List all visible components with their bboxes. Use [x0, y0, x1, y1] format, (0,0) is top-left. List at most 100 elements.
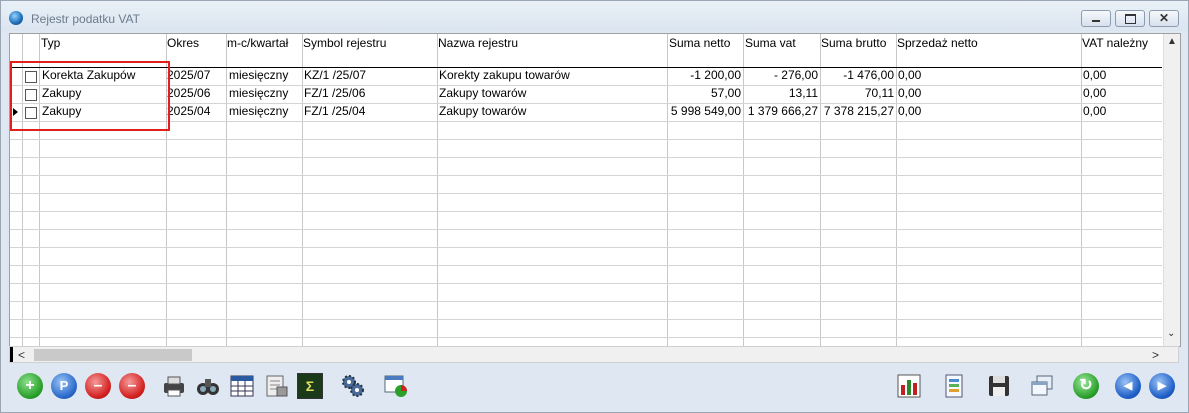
cell-register-name: Korekty zakupu towarów — [439, 68, 570, 82]
row-divider — [10, 247, 1162, 248]
cell-gross-sum: 7 378 215,27 — [823, 104, 894, 118]
gears-button[interactable] — [340, 373, 366, 399]
close-button[interactable]: ✕ — [1149, 10, 1179, 27]
cascade-windows-icon — [1031, 375, 1053, 396]
document-button[interactable] — [263, 373, 289, 399]
find-button[interactable]: P — [51, 373, 77, 399]
document-scale-icon — [266, 375, 288, 397]
row-divider — [10, 319, 1162, 320]
gears-icon — [342, 375, 364, 397]
next-button[interactable]: ▶ — [1149, 373, 1175, 399]
header-net-sum[interactable]: Suma netto — [669, 36, 730, 50]
print-button[interactable] — [161, 373, 187, 399]
col-separator — [896, 34, 897, 346]
scroll-down-icon[interactable]: ⌄ — [1167, 328, 1175, 339]
window-chart-button[interactable] — [383, 373, 409, 399]
binoculars-button[interactable] — [195, 373, 221, 399]
maximize-icon — [1116, 11, 1144, 26]
col-separator — [437, 34, 438, 346]
header-typ[interactable]: Typ — [41, 36, 60, 50]
row-divider — [10, 193, 1162, 194]
cell-gross-sum: -1 476,00 — [843, 68, 894, 82]
header-gross-sum[interactable]: Suma brutto — [821, 36, 886, 50]
row-divider — [10, 175, 1162, 176]
bar-chart-icon — [897, 374, 921, 398]
row-divider — [10, 283, 1162, 284]
cell-vat-due: 0,00 — [1083, 86, 1107, 100]
add-button[interactable]: + — [17, 373, 43, 399]
windows-button[interactable] — [1029, 373, 1055, 399]
row-divider — [10, 229, 1162, 230]
sum-button[interactable]: Σ — [297, 373, 323, 399]
cell-symbol: FZ/1 /25/04 — [304, 104, 366, 118]
plus-circle-icon: + — [25, 377, 35, 394]
cell-net-sum: -1 200,00 — [690, 68, 741, 82]
col-separator — [226, 34, 227, 346]
header-register-name[interactable]: Nazwa rejestru — [438, 36, 518, 50]
save-button[interactable] — [986, 373, 1012, 399]
cell-register-name: Zakupy towarów — [439, 86, 527, 100]
next-icon: ▶ — [1157, 380, 1167, 392]
cell-period-type: miesięczny — [229, 68, 289, 82]
header-period-type[interactable]: m-c/kwartał — [227, 36, 288, 50]
cell-vat-due: 0,00 — [1083, 104, 1107, 118]
cell-period-type: miesięczny — [229, 104, 289, 118]
horizontal-scrollbar[interactable]: < > — [9, 346, 1179, 363]
report-button[interactable] — [896, 373, 922, 399]
cell-vat-sum: - 276,00 — [773, 68, 818, 82]
header-okres[interactable]: Okres — [167, 36, 199, 50]
scrollbar-edge — [10, 347, 13, 362]
minus-circle-icon: – — [93, 377, 103, 394]
header-symbol[interactable]: Symbol rejestru — [303, 36, 386, 50]
cell-vat-due: 0,00 — [1083, 68, 1107, 82]
refresh-icon: ↻ — [1079, 377, 1093, 394]
cell-okres: 2025/07 — [167, 68, 211, 82]
cell-gross-sum: 70,11 — [864, 86, 894, 100]
cell-net-sum: 5 998 549,00 — [670, 104, 741, 118]
minus-check-icon: – — [127, 377, 137, 394]
scroll-up-icon[interactable]: ▲ — [1167, 36, 1177, 47]
maximize-button[interactable] — [1115, 10, 1145, 27]
previous-icon: ◀ — [1123, 380, 1133, 392]
sum-icon: Σ — [305, 378, 315, 394]
header-sales-net[interactable]: Sprzedaż netto — [897, 36, 978, 50]
scrollbar-thumb[interactable] — [34, 349, 192, 361]
header-vat-due[interactable]: VAT należny — [1082, 36, 1148, 50]
app-icon — [9, 11, 23, 25]
cell-okres: 2025/04 — [167, 104, 211, 118]
row-divider — [10, 337, 1162, 338]
cell-vat-sum: 1 379 666,27 — [747, 104, 818, 118]
binoculars-icon — [197, 379, 219, 395]
row-divider — [10, 157, 1162, 158]
table-calc-icon — [230, 375, 254, 397]
notes-button[interactable] — [941, 373, 967, 399]
scroll-right-icon[interactable]: > — [1152, 348, 1159, 362]
cell-symbol: KZ/1 /25/07 — [304, 68, 367, 82]
minimize-button[interactable] — [1081, 10, 1111, 27]
row-divider — [10, 301, 1162, 302]
delete-button[interactable]: – — [85, 373, 111, 399]
refresh-button[interactable]: ↻ — [1073, 373, 1099, 399]
cell-vat-sum: 13,11 — [788, 86, 818, 100]
cell-okres: 2025/06 — [167, 86, 211, 100]
vertical-scrollbar[interactable]: ▲ ⌄ — [1163, 34, 1180, 346]
minimize-icon — [1082, 11, 1110, 26]
cell-sales-net: 0,00 — [898, 68, 922, 82]
vat-register-grid[interactable]: Typ Okres m-c/kwartał Symbol rejestru Na… — [9, 33, 1181, 347]
cell-sales-net: 0,00 — [898, 104, 922, 118]
cell-period-type: miesięczny — [229, 86, 289, 100]
header-vat-sum[interactable]: Suma vat — [745, 36, 796, 50]
window-chart-icon — [384, 375, 407, 397]
row-divider — [10, 211, 1162, 212]
delete-confirm-button[interactable]: – — [119, 373, 145, 399]
close-icon: ✕ — [1158, 11, 1170, 25]
previous-button[interactable]: ◀ — [1115, 373, 1141, 399]
selection-highlight-box — [10, 61, 170, 131]
title-bar[interactable]: Rejestr podatku VAT ✕ — [1, 1, 1188, 31]
table-calc-button[interactable] — [229, 373, 255, 399]
notes-icon — [945, 374, 963, 398]
floppy-icon — [989, 376, 1009, 396]
cell-net-sum: 57,00 — [710, 86, 741, 100]
row-divider — [10, 139, 1162, 140]
scroll-left-icon[interactable]: < — [18, 348, 25, 362]
